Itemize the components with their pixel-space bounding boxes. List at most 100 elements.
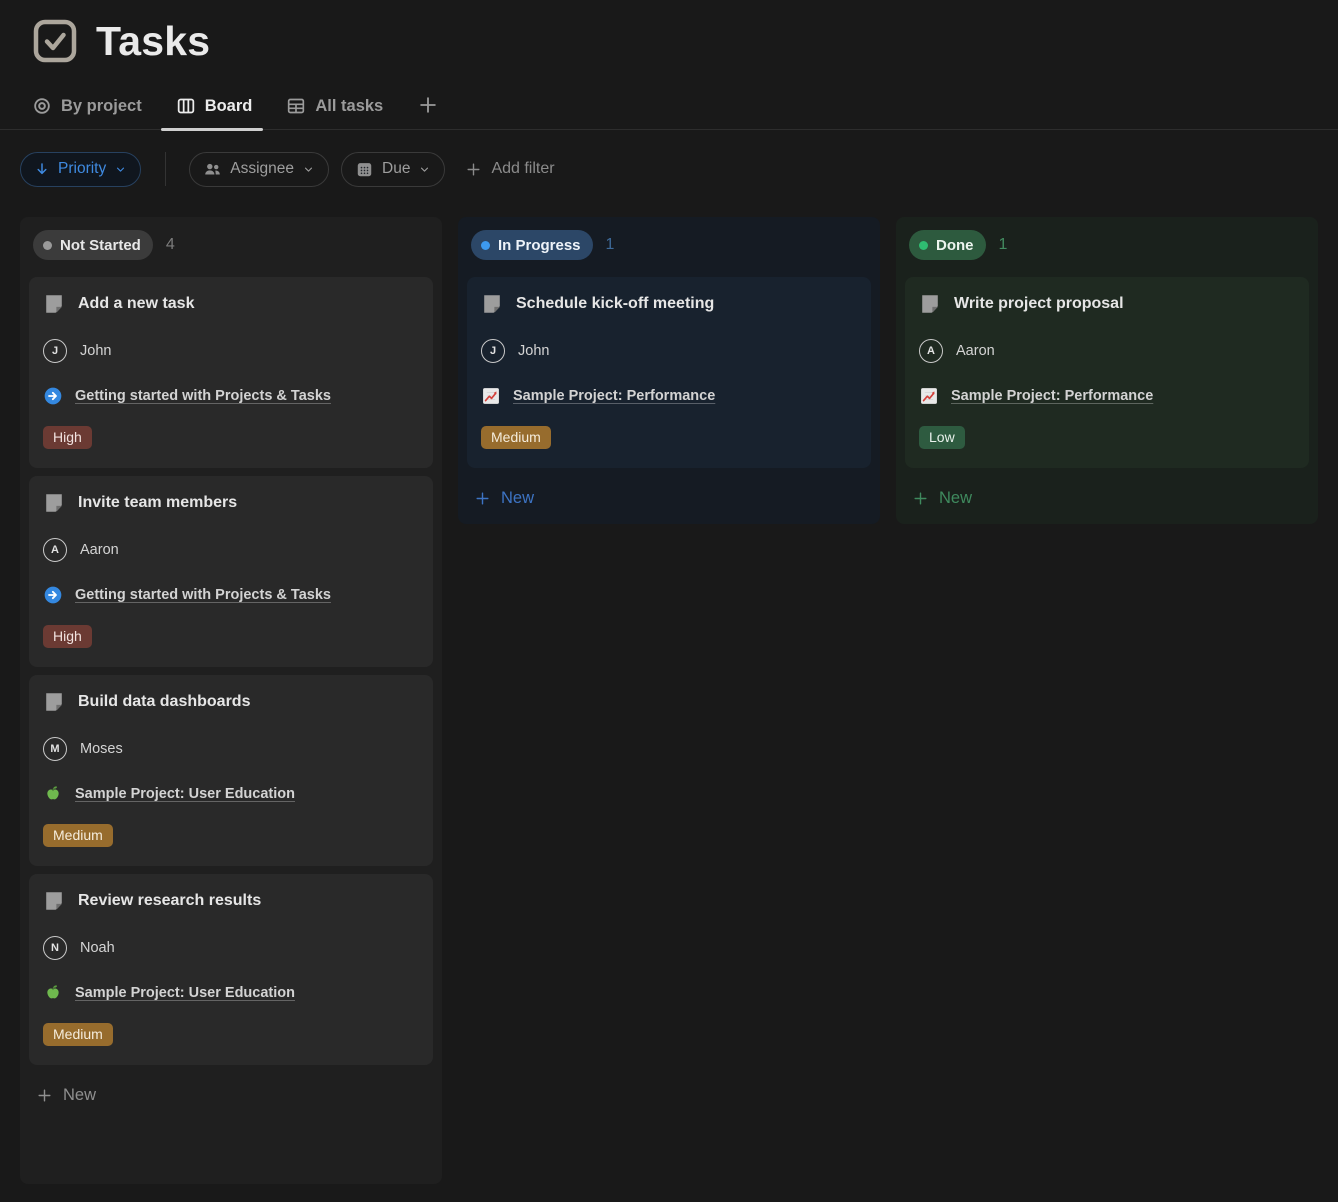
board-icon xyxy=(176,96,196,116)
assignee-filter-label: Assignee xyxy=(230,160,294,178)
assignee-name: Aaron xyxy=(956,343,995,359)
status-dot-icon xyxy=(481,241,490,250)
priority-tag: High xyxy=(43,426,92,449)
new-label: New xyxy=(501,489,534,508)
plus-icon xyxy=(912,490,929,507)
task-title: Review research results xyxy=(78,892,261,910)
arrow-icon xyxy=(43,386,63,406)
plus-icon xyxy=(417,94,439,116)
filter-due-button[interactable]: Due xyxy=(341,152,445,187)
assignee-name: John xyxy=(80,343,111,359)
apple-icon xyxy=(43,983,63,1003)
people-icon xyxy=(203,160,222,179)
card-list: Add a new task J John Getting started wi… xyxy=(29,277,433,1065)
page-icon xyxy=(919,293,941,315)
sort-label: Priority xyxy=(58,160,106,178)
tab-by-project[interactable]: By project xyxy=(32,96,142,129)
filter-assignee-button[interactable]: Assignee xyxy=(189,152,329,187)
project-link[interactable]: Sample Project: Performance xyxy=(951,388,1153,404)
status-dot-icon xyxy=(43,241,52,250)
new-task-button[interactable]: New xyxy=(905,485,1309,512)
priority-tag: Medium xyxy=(43,824,113,847)
task-title: Build data dashboards xyxy=(78,693,250,711)
tab-label: Board xyxy=(205,97,253,116)
page-icon xyxy=(43,691,65,713)
new-label: New xyxy=(939,489,972,508)
table-icon xyxy=(286,96,306,116)
page-icon xyxy=(481,293,503,315)
column-done: Done 1 Write project proposal A Aaron Sa… xyxy=(896,217,1318,524)
column-not-started: Not Started 4 Add a new task J John Gett… xyxy=(20,217,442,1184)
column-in-progress: In Progress 1 Schedule kick-off meeting … xyxy=(458,217,880,524)
assignee-name: Moses xyxy=(80,741,123,757)
task-card-review-research-results[interactable]: Review research results N Noah Sample Pr… xyxy=(29,874,433,1065)
arrow-icon xyxy=(43,585,63,605)
chevron-down-icon xyxy=(302,163,315,176)
project-link[interactable]: Getting started with Projects & Tasks xyxy=(75,388,331,404)
chevron-down-icon xyxy=(418,163,431,176)
status-pill[interactable]: In Progress xyxy=(471,230,593,260)
project-link[interactable]: Sample Project: User Education xyxy=(75,786,295,802)
assignee-name: Noah xyxy=(80,940,115,956)
task-card-invite-team-members[interactable]: Invite team members A Aaron Getting star… xyxy=(29,476,433,667)
task-title: Invite team members xyxy=(78,494,237,512)
tab-board[interactable]: Board xyxy=(176,96,253,129)
column-count: 4 xyxy=(166,236,175,254)
task-card-write-project-proposal[interactable]: Write project proposal A Aaron Sample Pr… xyxy=(905,277,1309,468)
avatar: M xyxy=(43,737,67,761)
column-header: In Progress 1 xyxy=(467,228,871,260)
column-header: Not Started 4 xyxy=(29,228,433,260)
project-link[interactable]: Sample Project: User Education xyxy=(75,985,295,1001)
avatar: J xyxy=(481,339,505,363)
add-view-button[interactable] xyxy=(417,94,439,129)
divider xyxy=(165,152,166,186)
add-filter-button[interactable]: Add filter xyxy=(465,160,554,178)
column-header: Done 1 xyxy=(905,228,1309,260)
page-icon xyxy=(43,492,65,514)
tasks-checkbox-icon[interactable] xyxy=(33,19,77,63)
new-task-button[interactable]: New xyxy=(29,1082,433,1109)
priority-tag: Medium xyxy=(43,1023,113,1046)
status-label: Not Started xyxy=(60,237,141,254)
chart-icon xyxy=(919,386,939,406)
add-filter-label: Add filter xyxy=(491,160,554,178)
tab-all-tasks[interactable]: All tasks xyxy=(286,96,383,129)
view-tabs: By project Board All tasks xyxy=(0,82,1338,130)
calendar-icon xyxy=(355,160,374,179)
avatar: A xyxy=(919,339,943,363)
sort-priority-button[interactable]: Priority xyxy=(20,152,141,187)
chart-icon xyxy=(481,386,501,406)
card-list: Schedule kick-off meeting J John Sample … xyxy=(467,277,871,468)
task-card-schedule-kick-off-meeting[interactable]: Schedule kick-off meeting J John Sample … xyxy=(467,277,871,468)
status-pill[interactable]: Done xyxy=(909,230,986,260)
task-title: Schedule kick-off meeting xyxy=(516,295,714,313)
project-link[interactable]: Getting started with Projects & Tasks xyxy=(75,587,331,603)
plus-icon xyxy=(465,161,482,178)
tab-label: By project xyxy=(61,97,142,116)
column-count: 1 xyxy=(999,236,1008,254)
priority-tag: Low xyxy=(919,426,965,449)
plus-icon xyxy=(36,1087,53,1104)
status-dot-icon xyxy=(919,241,928,250)
priority-tag: Medium xyxy=(481,426,551,449)
status-label: Done xyxy=(936,237,974,254)
page-icon xyxy=(43,293,65,315)
chevron-down-icon xyxy=(114,163,127,176)
tab-label: All tasks xyxy=(315,97,383,116)
apple-icon xyxy=(43,784,63,804)
arrow-down-icon xyxy=(34,161,50,177)
status-pill[interactable]: Not Started xyxy=(33,230,153,260)
target-icon xyxy=(32,96,52,116)
kanban-board: Not Started 4 Add a new task J John Gett… xyxy=(20,217,1338,1184)
assignee-name: Aaron xyxy=(80,542,119,558)
filter-bar: Priority Assignee Due Add filter xyxy=(20,151,1338,187)
status-label: In Progress xyxy=(498,237,581,254)
plus-icon xyxy=(474,490,491,507)
task-card-add-a-new-task[interactable]: Add a new task J John Getting started wi… xyxy=(29,277,433,468)
task-title: Write project proposal xyxy=(954,295,1124,313)
column-count: 1 xyxy=(606,236,615,254)
new-task-button[interactable]: New xyxy=(467,485,871,512)
page-title: Tasks xyxy=(96,18,210,65)
project-link[interactable]: Sample Project: Performance xyxy=(513,388,715,404)
task-card-build-data-dashboards[interactable]: Build data dashboards M Moses Sample Pro… xyxy=(29,675,433,866)
